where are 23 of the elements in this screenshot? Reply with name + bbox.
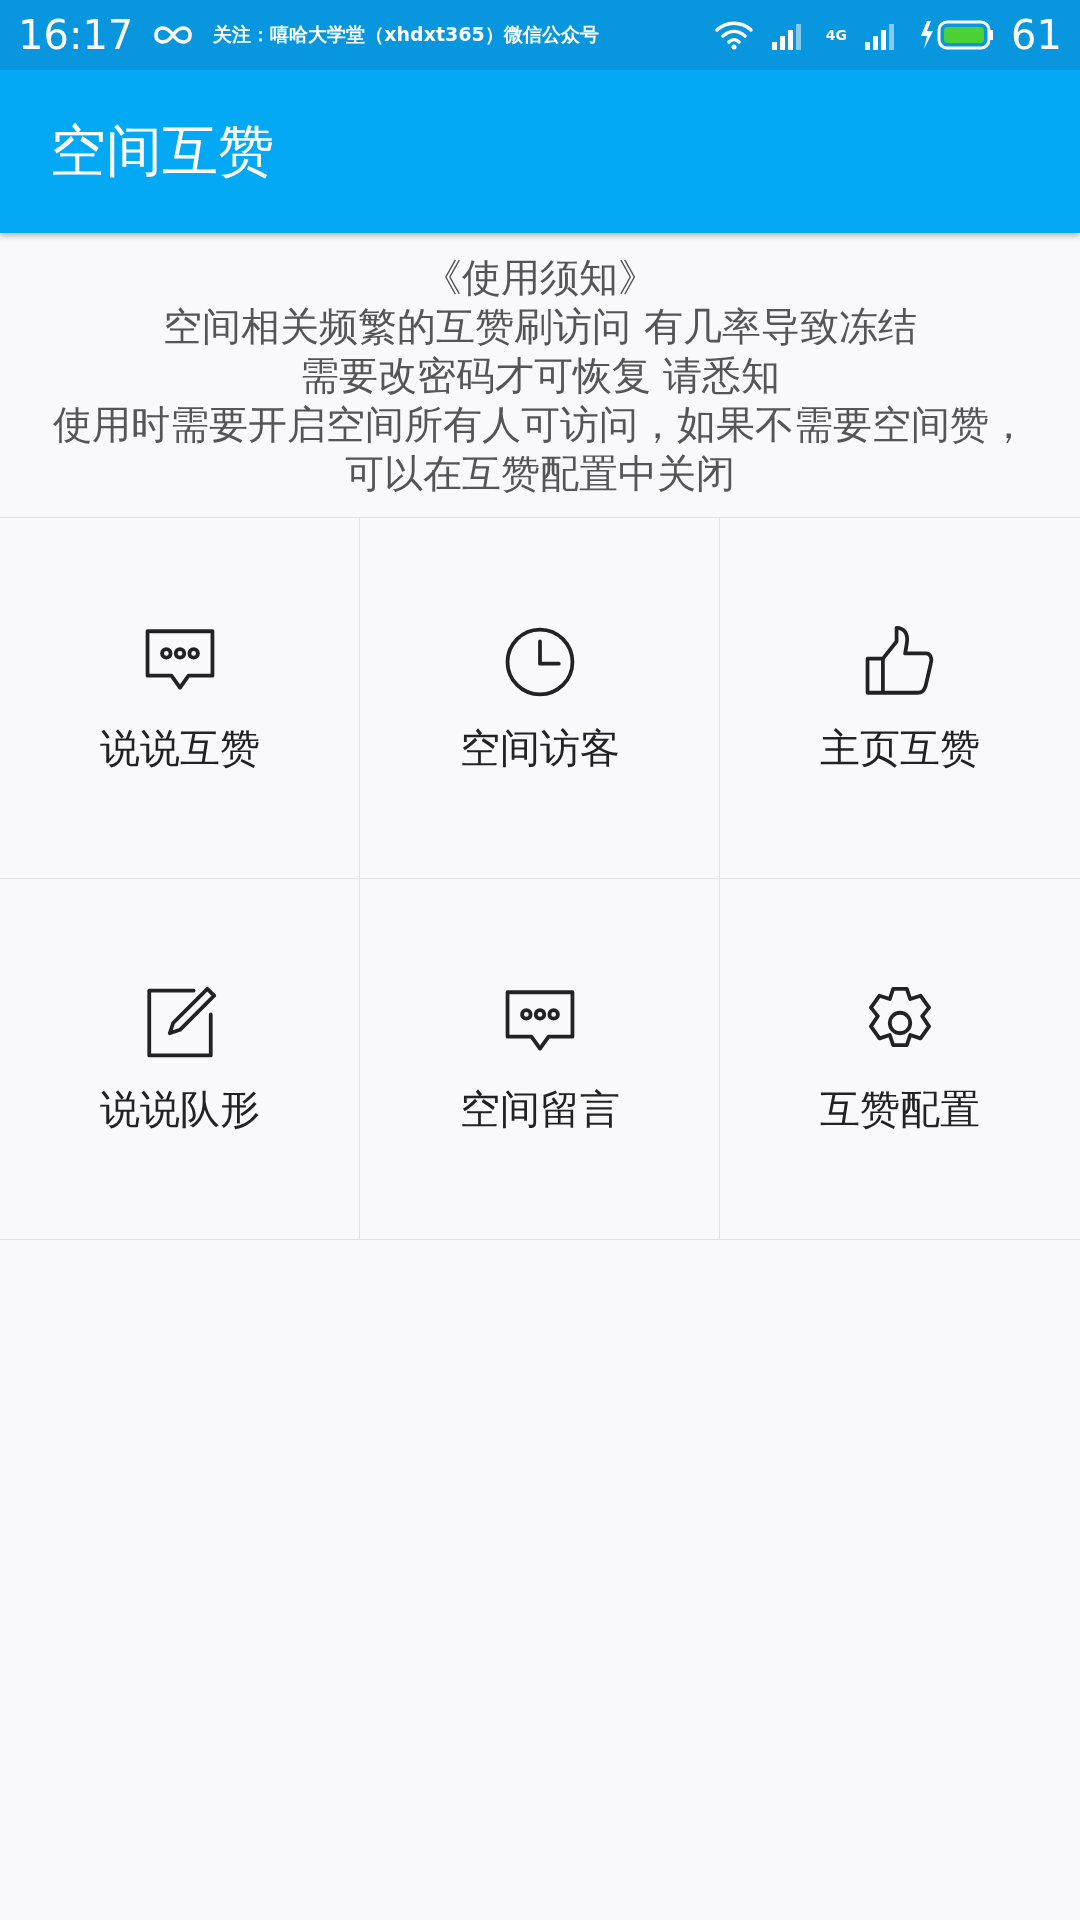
menu-tile[interactable]: 互赞配置 bbox=[720, 879, 1080, 1240]
menu-tile[interactable]: 空间留言 bbox=[360, 879, 720, 1240]
menu-tile[interactable]: 主页互赞 bbox=[720, 518, 1080, 879]
notice-text: 《使用须知》 bbox=[423, 253, 657, 302]
menu-label: 空间留言 bbox=[459, 1084, 620, 1134]
menu-tile[interactable]: 空间访客 bbox=[360, 518, 720, 879]
notice-text: 需要改密码才可恢复 请悉知 bbox=[299, 351, 781, 400]
menu-label: 主页互赞 bbox=[820, 723, 980, 773]
notification-text: 关注：嘻哈大学堂（xhdxt365）微信公众号 bbox=[213, 22, 599, 47]
menu-tile[interactable]: 说说队形 bbox=[0, 879, 360, 1240]
battery-percent: 61 bbox=[1011, 12, 1062, 58]
menu-label: 空间访客 bbox=[459, 723, 620, 773]
notice-text: 可以在互赞配置中关闭 bbox=[345, 449, 735, 498]
menu-label: 说说互赞 bbox=[99, 723, 260, 773]
notice-text: 使用时需要开启空间所有人可访问，如果不需要空间赞， bbox=[52, 400, 1028, 449]
menu-tile[interactable]: 说说互赞 bbox=[0, 518, 360, 879]
notice-text: 空间相关频繁的互赞刷访问 有几率导致冻结 bbox=[163, 302, 917, 351]
wifi-icon bbox=[713, 19, 754, 51]
network-type: 4G bbox=[825, 27, 848, 43]
page-title: 空间互赞 bbox=[50, 116, 274, 185]
clock-time: 16:17 bbox=[18, 12, 134, 58]
menu-label: 说说队形 bbox=[99, 1084, 260, 1134]
menu-label: 互赞配置 bbox=[820, 1084, 980, 1134]
